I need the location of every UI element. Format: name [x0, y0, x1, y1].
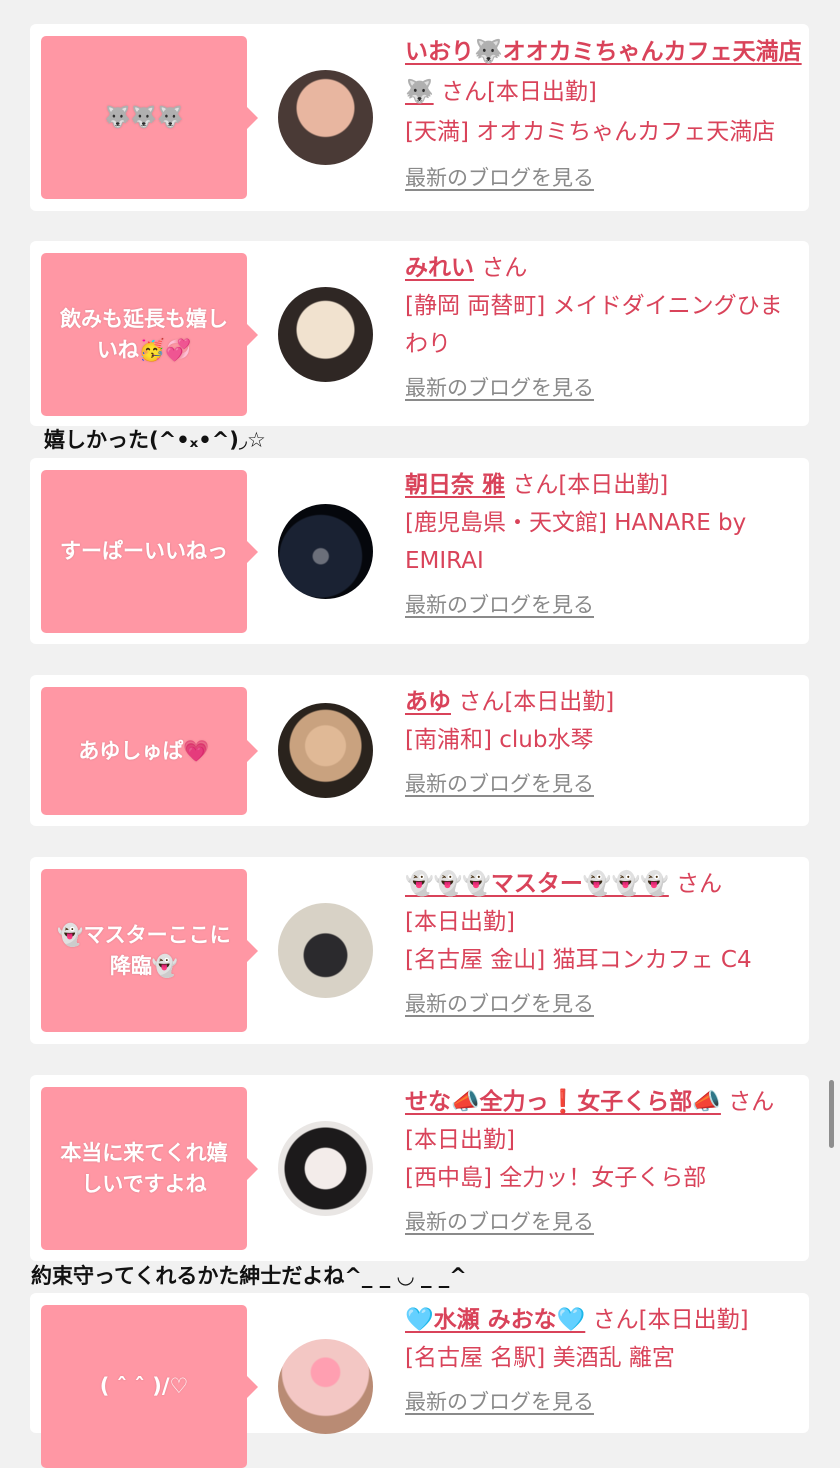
- message-text: すーぱーいいねっ: [60, 539, 228, 563]
- entry-info: あゆ さん[本日出勤] [南浦和] club水琴 最新のブログを見る: [405, 683, 803, 803]
- latest-blog-link[interactable]: 最新のブログを見る: [405, 1203, 803, 1241]
- message-bubble: あゆしゅぱ💗: [41, 687, 258, 815]
- message-bubble: 本当に来てくれ嬉しいですよね: [41, 1087, 258, 1250]
- cast-name-link[interactable]: 👻👻👻マスター👻👻👻: [405, 871, 669, 897]
- shop-name: [天満] オオカミちゃんカフェ天満店: [405, 119, 776, 145]
- cast-name-link[interactable]: 朝日奈 雅: [405, 472, 505, 498]
- avatar[interactable]: [278, 70, 373, 165]
- shop-name: [南浦和] club水琴: [405, 727, 594, 753]
- status-text: [本日出勤]: [504, 689, 615, 715]
- cast-name-link[interactable]: 🩵水瀬 みおな🩵: [405, 1307, 585, 1333]
- avatar[interactable]: [278, 504, 373, 599]
- latest-blog-link[interactable]: 最新のブログを見る: [405, 765, 803, 803]
- shop-name: [鹿児島県・天文館] HANARE by EMIRAI: [405, 510, 747, 574]
- shop-name: [静岡 両替町] メイドダイニングひまわり: [405, 293, 783, 357]
- message-text: あゆしゅぱ💗: [78, 738, 210, 763]
- scrollbar[interactable]: [829, 1080, 834, 1148]
- shop-name: [西中島] 全力ッ！女子くら部: [405, 1165, 707, 1191]
- entry-info: 朝日奈 雅 さん[本日出勤] [鹿児島県・天文館] HANARE by EMIR…: [405, 466, 803, 624]
- latest-blog-link[interactable]: 最新のブログを見る: [405, 369, 803, 407]
- entry-info: 👻👻👻マスター👻👻👻 さん [本日出勤] [名古屋 金山] 猫耳コンカフェ C4…: [405, 865, 803, 1023]
- list-item: 飲みも延長も嬉しいね🥳💞 みれい さん [静岡 両替町] メイドダイニングひまわ…: [30, 241, 809, 426]
- avatar[interactable]: [278, 703, 373, 798]
- message-text: 飲みも延長も嬉しいね🥳💞: [60, 306, 228, 362]
- message-text: 本当に来てくれ嬉しいですよね: [60, 1140, 228, 1196]
- status-text: [本日出勤]: [405, 909, 515, 935]
- list-item: 🐺🐺🐺 いおり🐺オオカミちゃんカフェ天満店🐺 さん[本日出勤] [天満] オオカ…: [30, 24, 809, 211]
- entry-info: いおり🐺オオカミちゃんカフェ天満店🐺 さん[本日出勤] [天満] オオカミちゃん…: [405, 32, 803, 198]
- status-text: [本日出勤]: [405, 1127, 515, 1153]
- list-item: あゆしゅぱ💗 あゆ さん[本日出勤] [南浦和] club水琴 最新のブログを見…: [30, 675, 809, 826]
- honorific: さん: [481, 255, 528, 281]
- list-item: すーぱーいいねっ 朝日奈 雅 さん[本日出勤] [鹿児島県・天文館] HANAR…: [30, 458, 809, 644]
- message-bubble: 飲みも延長も嬉しいね🥳💞: [41, 253, 258, 416]
- list-item: ( ˆ ˆ )/♡ 🩵水瀬 みおな🩵 さん[本日出勤] [名古屋 名駅] 美酒乱…: [30, 1293, 809, 1468]
- status-text: [本日出勤]: [486, 79, 597, 105]
- comment-text: 嬉しかった(^•ₓ•^)◞☆: [44, 428, 266, 452]
- honorific: さん: [512, 472, 559, 498]
- entry-info: みれい さん [静岡 両替町] メイドダイニングひまわり 最新のブログを見る: [405, 249, 803, 407]
- avatar[interactable]: [278, 1339, 373, 1434]
- latest-blog-link[interactable]: 最新のブログを見る: [405, 985, 803, 1023]
- latest-blog-link[interactable]: 最新のブログを見る: [405, 158, 803, 198]
- honorific: さん: [728, 1089, 775, 1115]
- honorific: さん: [676, 871, 723, 897]
- shop-name: [名古屋 名駅] 美酒乱 離宮: [405, 1345, 675, 1371]
- entry-info: せな📣全力っ❗女子くら部📣 さん [本日出勤] [西中島] 全力ッ！女子くら部 最…: [405, 1083, 803, 1241]
- status-text: [本日出勤]: [558, 472, 669, 498]
- avatar[interactable]: [278, 1121, 373, 1216]
- avatar[interactable]: [278, 903, 373, 998]
- cast-name-link[interactable]: みれい: [405, 255, 474, 281]
- cast-name-link[interactable]: せな📣全力っ❗女子くら部📣: [405, 1089, 721, 1115]
- message-text: 👻マスターここに降臨👻: [57, 922, 231, 978]
- list-item: 本当に来てくれ嬉しいですよね せな📣全力っ❗女子くら部📣 さん [本日出勤] [西…: [30, 1075, 809, 1261]
- shop-name: [名古屋 金山] 猫耳コンカフェ C4: [405, 947, 752, 973]
- message-bubble: 🐺🐺🐺: [41, 36, 258, 199]
- entry-info: 🩵水瀬 みおな🩵 さん[本日出勤] [名古屋 名駅] 美酒乱 離宮 最新のブログ…: [405, 1301, 803, 1421]
- message-bubble: ( ˆ ˆ )/♡: [41, 1305, 258, 1468]
- comment-text: 約束守ってくれるかた紳士だよね^_ _ ◡ _ _^: [31, 1264, 467, 1288]
- avatar[interactable]: [278, 287, 373, 382]
- message-bubble: 👻マスターここに降臨👻: [41, 869, 258, 1032]
- message-text: 🐺🐺🐺: [104, 105, 184, 129]
- honorific: さん: [440, 79, 487, 105]
- cast-name-link[interactable]: あゆ: [405, 689, 451, 715]
- honorific: さん: [458, 689, 505, 715]
- message-text: ( ˆ ˆ )/♡: [99, 1374, 189, 1398]
- latest-blog-link[interactable]: 最新のブログを見る: [405, 1383, 803, 1421]
- latest-blog-link[interactable]: 最新のブログを見る: [405, 586, 803, 624]
- list-item: 👻マスターここに降臨👻 👻👻👻マスター👻👻👻 さん [本日出勤] [名古屋 金山…: [30, 857, 809, 1044]
- honorific: さん: [592, 1307, 639, 1333]
- message-bubble: すーぱーいいねっ: [41, 470, 258, 633]
- status-text: [本日出勤]: [638, 1307, 749, 1333]
